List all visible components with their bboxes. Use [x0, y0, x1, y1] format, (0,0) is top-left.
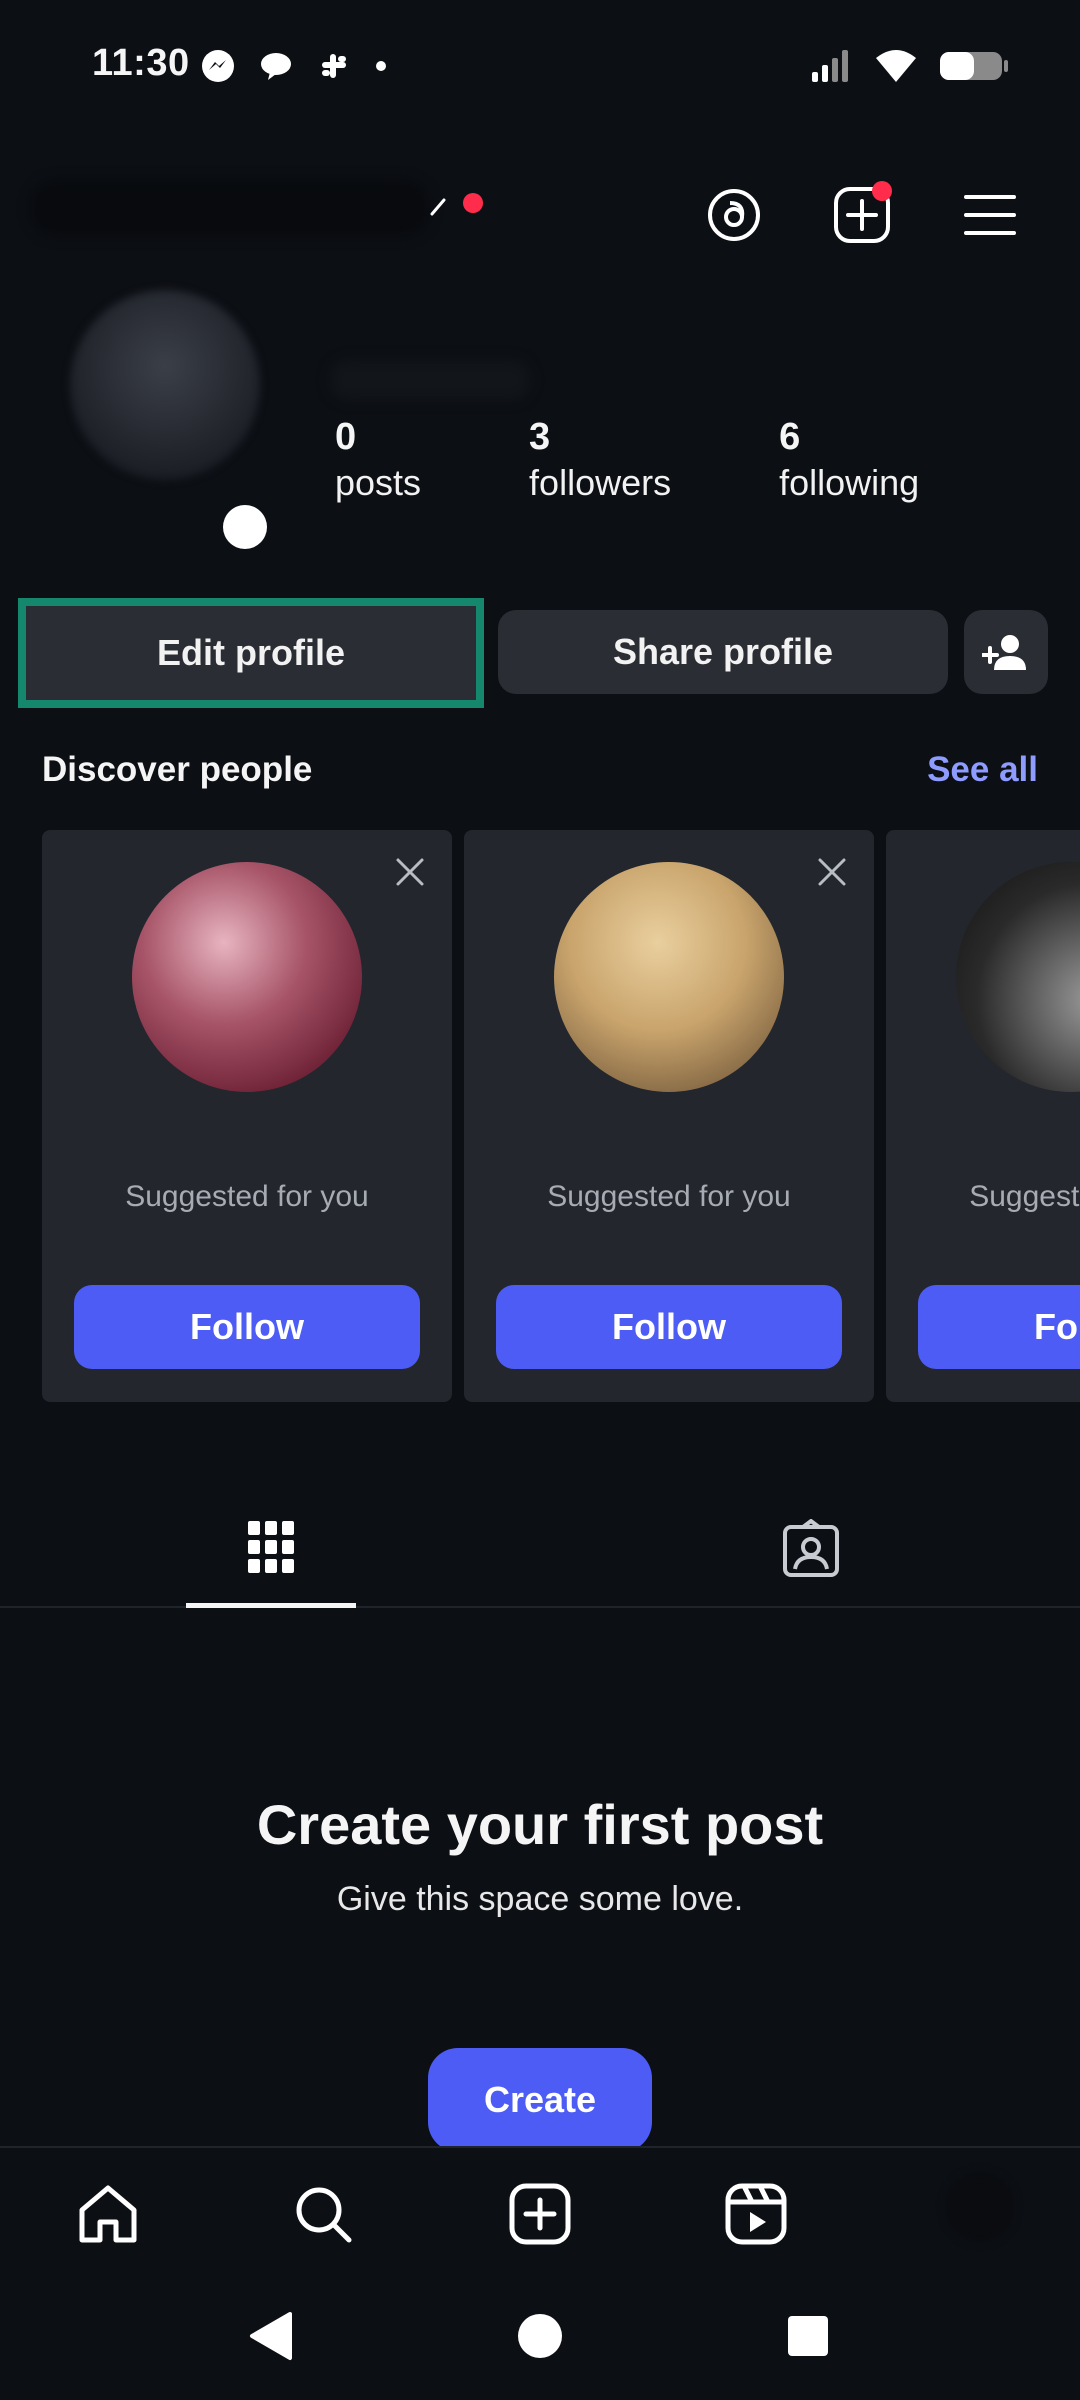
- profile-tabs: [0, 1490, 1080, 1608]
- stat-label: following: [779, 462, 920, 503]
- suggestion-card[interactable]: Suggested for you Follow: [886, 830, 1080, 1402]
- search-icon: [296, 2187, 352, 2243]
- tab-tagged[interactable]: [726, 1490, 896, 1608]
- suggestion-subtitle: Suggested for you: [969, 1180, 1080, 1213]
- edit-username-icon: [430, 198, 446, 216]
- grid-icon: [248, 1520, 294, 1573]
- suggestion-subtitle: Suggested for you: [125, 1180, 369, 1213]
- messenger-icon: [202, 50, 234, 82]
- edit-profile-button[interactable]: Edit profile: [18, 598, 484, 708]
- wifi-icon: [876, 50, 916, 82]
- add-person-icon: [982, 635, 1026, 670]
- avatar-add-badge[interactable]: [223, 505, 267, 549]
- follow-button[interactable]: Follow: [74, 1285, 420, 1369]
- stat-number: 3: [529, 416, 551, 458]
- see-all-link[interactable]: See all: [927, 750, 1038, 790]
- status-bar: 11:30: [0, 0, 1080, 135]
- stat-followers[interactable]: 3 followers: [529, 415, 671, 507]
- avatar-image: [70, 290, 260, 480]
- username-notification-dot: [463, 193, 483, 213]
- nav-search[interactable]: [285, 2176, 361, 2252]
- battery-icon: [940, 52, 1008, 80]
- profile-stats: 0 posts 3 followers 6 following: [335, 415, 1027, 507]
- recents-square-icon: [788, 2316, 828, 2356]
- follow-button[interactable]: Follow: [496, 1285, 842, 1369]
- create-icon: [509, 2183, 571, 2245]
- nav-profile-avatar[interactable]: [945, 2172, 1015, 2242]
- discover-people-button[interactable]: [964, 610, 1048, 694]
- suggestion-subtitle: Suggested for you: [547, 1180, 791, 1213]
- status-time: 11:30: [92, 42, 190, 84]
- signal-icon: [812, 50, 848, 82]
- system-home-button[interactable]: [510, 2306, 570, 2366]
- profile-avatar[interactable]: [60, 280, 280, 549]
- username-redacted[interactable]: [30, 180, 430, 236]
- back-triangle-icon: [250, 2312, 292, 2360]
- suggestion-card[interactable]: Suggested for you Follow: [464, 830, 874, 1402]
- system-back-button[interactable]: [240, 2306, 300, 2366]
- suggestion-cards: Suggested for you Follow Suggested for y…: [42, 830, 1080, 1402]
- notification-dot: [872, 181, 892, 201]
- close-icon[interactable]: [392, 854, 428, 890]
- threads-icon: [708, 189, 760, 241]
- nav-create[interactable]: [502, 2176, 578, 2252]
- tab-grid[interactable]: [186, 1490, 356, 1608]
- reels-icon: [725, 2183, 787, 2245]
- stat-label: followers: [529, 462, 672, 503]
- new-post-button[interactable]: [822, 175, 902, 255]
- profile-header: [0, 150, 1080, 260]
- discover-title: Discover people: [42, 750, 313, 789]
- threads-button[interactable]: [694, 175, 774, 255]
- suggested-avatar[interactable]: [956, 862, 1080, 1092]
- system-recents-button[interactable]: [778, 2306, 838, 2366]
- tagged-icon: [783, 1519, 839, 1577]
- chat-bubble-icon: [261, 53, 291, 80]
- empty-state-title: Create your first post: [256, 1793, 824, 1856]
- suggested-avatar[interactable]: [554, 862, 784, 1092]
- menu-icon: [964, 195, 1016, 235]
- slack-icon: [322, 54, 346, 78]
- home-icon: [79, 2185, 137, 2243]
- menu-button[interactable]: [950, 175, 1030, 255]
- display-name-redacted: [330, 360, 530, 400]
- home-circle-icon: [518, 2314, 562, 2358]
- stat-posts[interactable]: 0 posts: [335, 415, 421, 507]
- nav-home[interactable]: [70, 2176, 146, 2252]
- stat-number: 6: [779, 416, 801, 458]
- empty-state-subtitle: Give this space some love.: [336, 1880, 744, 1918]
- stat-number: 0: [335, 416, 357, 458]
- stat-label: posts: [335, 462, 422, 503]
- dot-icon: [376, 61, 386, 71]
- share-profile-button[interactable]: Share profile: [498, 610, 948, 694]
- profile-actions: Edit profile Share profile: [18, 598, 1078, 708]
- system-nav-bar: [0, 2276, 1080, 2400]
- follow-button[interactable]: Follow: [918, 1285, 1080, 1369]
- suggested-avatar[interactable]: [132, 862, 362, 1092]
- nav-reels[interactable]: [718, 2176, 794, 2252]
- discover-header: Discover people See all: [42, 750, 1042, 800]
- bottom-nav: [0, 2146, 1080, 2276]
- close-icon[interactable]: [814, 854, 850, 890]
- create-button[interactable]: Create: [428, 2048, 652, 2152]
- suggestion-card[interactable]: Suggested for you Follow: [42, 830, 452, 1402]
- stat-following[interactable]: 6 following: [779, 415, 919, 507]
